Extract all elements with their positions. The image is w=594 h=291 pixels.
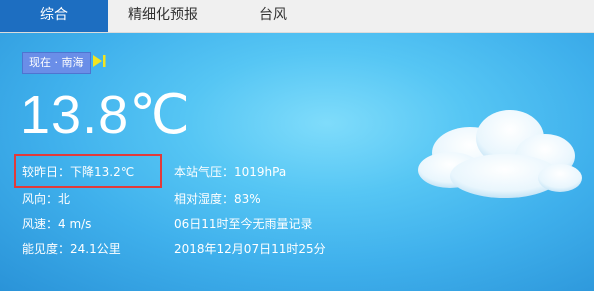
pressure-text: 本站气压：1019hPa xyxy=(174,165,287,179)
tab-overview[interactable]: 综合 xyxy=(0,0,108,32)
current-temperature: 13.8℃ xyxy=(20,85,191,145)
update-time-text: 2018年12月07日11时25分 xyxy=(174,242,326,256)
wind-direction-text: 风向：北 xyxy=(22,192,71,206)
highlight-box xyxy=(14,154,162,188)
humidity-text: 相对湿度：83% xyxy=(174,192,261,206)
cloud-icon xyxy=(418,110,582,198)
rainfall-text: 06日11时至今无雨量记录 xyxy=(174,217,313,231)
tab-typhoon[interactable]: 台风 xyxy=(218,0,328,32)
wind-speed-text: 风速：4 m/s xyxy=(22,217,92,231)
tab-fine-forecast[interactable]: 精细化预报 xyxy=(108,0,218,32)
visibility-text: 能见度：24.1公里 xyxy=(22,242,121,256)
play-skip-icon[interactable] xyxy=(92,54,106,68)
tab-bar: 综合 精细化预报 台风 xyxy=(0,0,594,33)
weather-panel: 现在 · 南海 13.8℃ 较昨日：下降13.2℃ 本站气压：1019hPa 风… xyxy=(0,33,594,291)
location-badge[interactable]: 现在 · 南海 xyxy=(22,52,91,74)
